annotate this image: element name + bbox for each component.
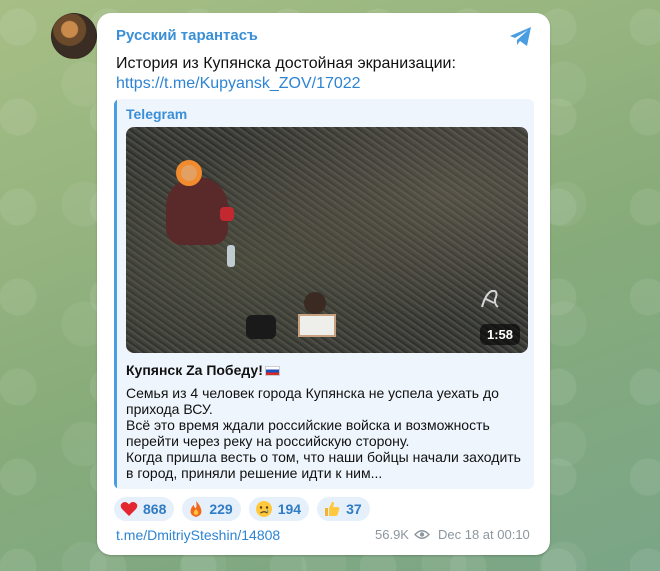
backpack (246, 315, 276, 339)
description-line: Семья из 4 человек города Купянска не ус… (126, 385, 499, 401)
reaction-heart[interactable]: 868 (114, 497, 175, 521)
reaction-thumbs-up[interactable]: 37 (317, 497, 370, 521)
reaction-count: 229 (209, 501, 233, 517)
channel-avatar[interactable] (51, 13, 97, 59)
video-duration: 1:58 (479, 324, 520, 345)
reaction-fire[interactable]: 229 (182, 497, 241, 521)
person-figure (166, 177, 228, 245)
reaction-crying[interactable]: 194 (248, 497, 310, 521)
thumbs-up-icon (325, 501, 340, 516)
reaction-count: 37 (346, 501, 362, 517)
post-date: Dec 18 at 00:10 (438, 527, 530, 542)
preview-title-text: Купянск Za Победу! (126, 362, 263, 378)
heart-icon (120, 502, 138, 516)
russian-flag-icon (264, 366, 280, 376)
share-telegram-icon[interactable] (509, 26, 533, 48)
preview-source: Telegram (126, 106, 188, 122)
channel-name[interactable]: Русский тарантасъ (116, 27, 258, 44)
person-head (176, 160, 202, 186)
white-paper-sign (298, 314, 336, 337)
reactions-bar: 868 229 194 37 (114, 497, 370, 521)
preview-description: Семья из 4 человек города Купянска не ус… (126, 385, 526, 481)
reaction-count: 194 (277, 501, 302, 517)
message-bubble: Русский тарантасъ История из Купянска до… (97, 13, 550, 555)
post-text: История из Купянска достойная экранизаци… (116, 55, 456, 72)
description-line: Всё это время ждали российские войска и … (126, 417, 490, 433)
water-bottle (227, 245, 235, 267)
description-line: перейти через реку на российскую сторону… (126, 433, 410, 449)
footer-link[interactable]: t.me/DmitriySteshin/14808 (116, 527, 280, 543)
views-count: 56.9K (375, 527, 409, 542)
description-line: Когда пришла весть о том, что наши бойцы… (126, 449, 521, 465)
fire-icon (190, 501, 202, 517)
preview-accent-bar (114, 99, 117, 489)
preview-title: Купянск Za Победу! (126, 362, 280, 378)
video-thumbnail[interactable]: 1:58 (126, 127, 528, 353)
crying-face-icon (255, 501, 272, 517)
description-line: прихода ВСУ. (126, 401, 213, 417)
reaction-count: 868 (143, 501, 167, 517)
post-link[interactable]: https://t.me/Kupyansk_ZOV/17022 (116, 75, 361, 93)
link-preview[interactable]: Telegram 1:58 Купянск Za Победу! Семья и… (114, 99, 534, 489)
watermark-logo-icon (481, 289, 499, 308)
red-gloves (220, 207, 234, 221)
description-line: в город, приняли решение идти к ним... (126, 465, 383, 481)
person-lying-head (304, 292, 326, 314)
eye-icon (414, 530, 430, 539)
